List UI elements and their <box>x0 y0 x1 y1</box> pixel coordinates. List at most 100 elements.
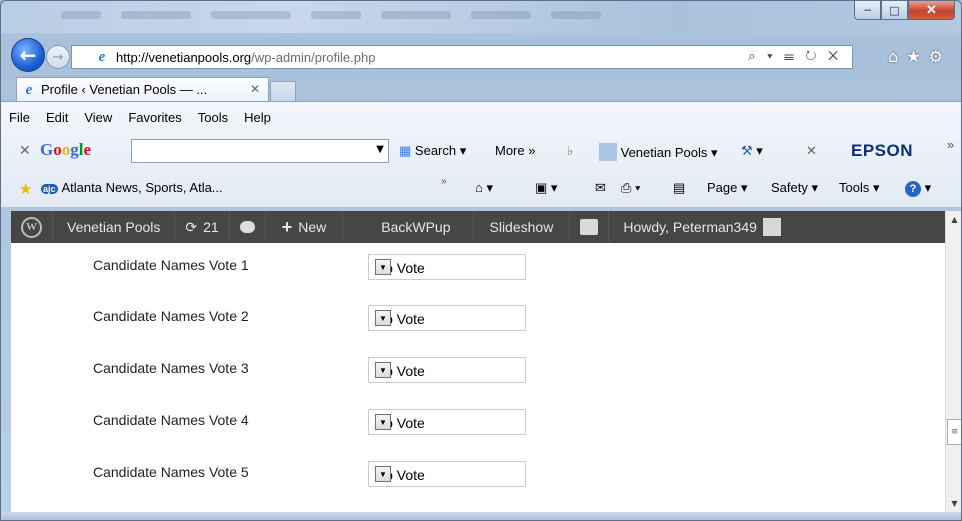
dropdown-arrow-icon[interactable]: ▼ <box>375 362 391 378</box>
safety-menu[interactable]: Safety ▾ <box>771 180 818 196</box>
page-viewport: W Venetian Pools ⟳ 21 + New BackWPup Slide… <box>11 211 945 512</box>
comments-link[interactable] <box>230 211 265 243</box>
navigation-row: ← → e http://venetianpools.org/wp-admin/… <box>1 37 961 73</box>
dropdown-arrow-icon[interactable]: ▼ <box>375 466 391 482</box>
tab-row: e Profile ‹ Venetian Pools — ... ✕ <box>1 77 961 101</box>
favorite-link-ajc[interactable]: ajc Atlanta News, Sports, Atla... <box>41 180 223 195</box>
menu-view[interactable]: View <box>84 110 112 125</box>
ajc-icon: ajc <box>41 184 58 194</box>
comments-icon <box>239 221 255 233</box>
speech-bubble-icon <box>580 219 599 235</box>
slideshow-link[interactable]: Slideshow <box>474 211 570 243</box>
bell-icon[interactable]: ♭ <box>567 143 573 159</box>
page-menu[interactable]: Page ▾ <box>707 180 748 196</box>
vote-select[interactable]: No Vote ▼ <box>368 254 526 280</box>
menu-help[interactable]: Help <box>244 110 271 125</box>
dropdown-arrow-icon[interactable]: ▼ <box>375 414 391 430</box>
epson-logo[interactable]: EPSON <box>851 141 913 161</box>
window-controls: ─ □ ✕ <box>854 1 955 20</box>
feeds-button[interactable]: ▣ ▾ <box>535 180 557 196</box>
notes-link[interactable] <box>570 211 608 243</box>
google-search-icon: ▦ <box>399 143 412 158</box>
blurred-title-text <box>471 11 531 19</box>
scroll-up-icon[interactable]: ▲ <box>946 211 961 228</box>
vertical-scrollbar[interactable]: ▲ ≡ ▼ <box>945 211 961 512</box>
vote-label: Candidate Names Vote 3 <box>93 360 249 376</box>
blurred-title-text <box>211 11 291 19</box>
new-content-link[interactable]: + New <box>266 211 343 243</box>
google-toolbar-overflow-icon[interactable]: » <box>947 137 954 152</box>
vote-select[interactable]: No Vote ▼ <box>368 305 526 331</box>
back-button[interactable]: ← <box>11 38 45 72</box>
google-search-dropdown-icon[interactable]: ▼ <box>376 144 384 155</box>
wrench-icon: ⚒ <box>741 143 753 158</box>
google-toolbar-close-icon[interactable]: ✕ <box>19 143 31 159</box>
dropdown-arrow-icon[interactable]: ▼ <box>375 310 391 326</box>
more-button[interactable]: More » <box>495 143 535 158</box>
maximize-button[interactable]: □ <box>881 1 908 20</box>
google-toolbar: ✕ Google ▼ ▦ Search ▾ More » ♭ Venetian … <box>1 136 961 166</box>
address-bar[interactable]: e http://venetianpools.org/wp-admin/prof… <box>71 45 853 69</box>
menu-tools[interactable]: Tools <box>198 110 228 125</box>
help-icon: ? <box>905 181 921 197</box>
tools-menu[interactable]: Tools ▾ <box>839 180 880 196</box>
backwpup-link[interactable]: BackWPup <box>343 211 472 243</box>
wp-logo-button[interactable]: W <box>11 211 52 243</box>
menu-file[interactable]: File <box>9 110 30 125</box>
title-bar: ─ □ ✕ <box>1 1 961 33</box>
google-search-button[interactable]: ▦ Search ▾ <box>399 143 466 159</box>
menu-favorites[interactable]: Favorites <box>128 110 181 125</box>
address-tools[interactable]: ⌕ ▾ ☰ ↻ ✕ <box>748 48 842 64</box>
forward-button[interactable]: → <box>46 45 70 69</box>
wrench-button[interactable]: ⚒ ▾ <box>741 143 763 159</box>
favorites-star-icon[interactable]: ★ <box>19 180 32 198</box>
new-tab-button[interactable] <box>270 81 296 101</box>
home-favorites-settings-icons[interactable]: ⌂★⚙ <box>888 47 951 66</box>
tab-profile[interactable]: e Profile ‹ Venetian Pools — ... ✕ <box>16 77 269 101</box>
dropdown-arrow-icon[interactable]: ▼ <box>375 259 391 275</box>
vote-label: Candidate Names Vote 2 <box>93 308 249 324</box>
blurred-title-text <box>311 11 361 19</box>
wordpress-logo-icon: W <box>21 216 42 238</box>
updates-link[interactable]: ⟳ 21 <box>175 211 228 243</box>
tab-title: Profile ‹ Venetian Pools — ... <box>41 82 208 97</box>
plus-icon: + <box>281 216 293 237</box>
vote-row: Candidate Names Vote 1 No Vote ▼ <box>11 243 945 283</box>
google-search-input[interactable]: ▼ <box>131 139 389 163</box>
page-tools-icon[interactable]: ▤ <box>673 180 685 196</box>
vote-select[interactable]: No Vote ▼ <box>368 357 526 383</box>
blurred-title-text <box>61 11 101 19</box>
close-window-button[interactable]: ✕ <box>908 1 955 20</box>
vote-select[interactable]: No Vote ▼ <box>368 461 526 487</box>
site-name-link[interactable]: Venetian Pools <box>53 211 174 243</box>
vote-label: Candidate Names Vote 5 <box>93 464 249 480</box>
account-button[interactable]: Venetian Pools ▾ <box>599 143 718 161</box>
mail-button[interactable]: ✉ <box>595 180 606 196</box>
updates-icon: ⟳ <box>185 218 198 235</box>
my-account-link[interactable]: Howdy, Peterman349 <box>609 211 787 243</box>
scroll-down-icon[interactable]: ▼ <box>946 495 961 512</box>
print-icon: ⎙ <box>621 180 632 195</box>
favorites-bar: ★ ajc Atlanta News, Sports, Atla... » ⌂ ▾… <box>1 174 961 204</box>
favorites-overflow-icon[interactable]: » <box>441 176 447 187</box>
browser-window: ─ □ ✕ ← → e http://venetianpools.org/wp-… <box>0 0 962 521</box>
menu-edit[interactable]: Edit <box>46 110 68 125</box>
vote-select[interactable]: No Vote ▼ <box>368 409 526 435</box>
user-avatar <box>762 218 781 236</box>
updates-count: 21 <box>203 219 219 235</box>
vote-label: Candidate Names Vote 4 <box>93 412 249 428</box>
blurred-title-text <box>551 11 601 19</box>
print-button[interactable]: ⎙ ▾ <box>621 180 641 196</box>
wp-admin-bar: W Venetian Pools ⟳ 21 + New BackWPup Slide… <box>11 211 945 243</box>
url-path: /wp-admin/profile.php <box>251 49 376 65</box>
status-strip <box>1 512 961 520</box>
minimize-button[interactable]: ─ <box>854 1 881 20</box>
url-domain: http://venetianpools.org <box>116 49 252 65</box>
ie-tab-icon: e <box>25 81 33 98</box>
scrollbar-thumb[interactable]: ≡ <box>947 419 961 445</box>
help-button[interactable]: ? ▾ <box>905 180 931 197</box>
home-button[interactable]: ⌂ ▾ <box>475 180 493 196</box>
close-toolbar-icon[interactable]: ✕ <box>806 143 817 159</box>
tab-close-icon[interactable]: ✕ <box>250 82 260 96</box>
google-logo: Google <box>40 140 92 159</box>
